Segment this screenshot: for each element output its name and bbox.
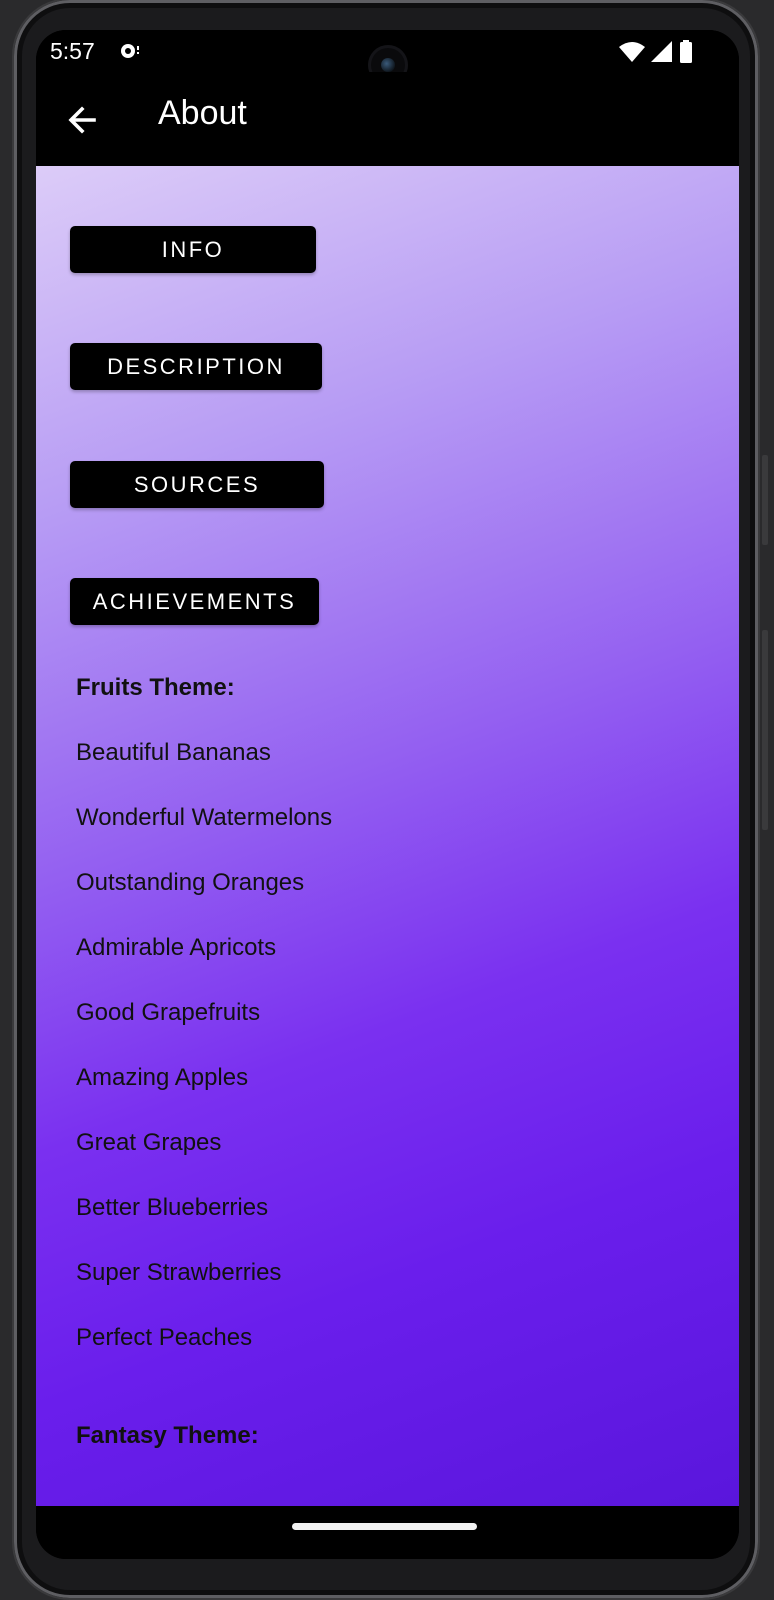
achievement-item: Good Grapefruits — [76, 999, 261, 1026]
wifi-icon — [619, 41, 645, 67]
achievement-item: Outstanding Oranges — [76, 869, 305, 896]
about-content[interactable]: INFO DESCRIPTION SOURCES ACHIEVEMENTS Fr… — [36, 166, 739, 1506]
camera-lens — [381, 58, 395, 72]
back-button[interactable] — [64, 100, 104, 140]
sources-button[interactable]: SOURCES — [70, 461, 324, 508]
status-bar: 5:57 — [36, 30, 739, 85]
arrow-left-icon — [64, 106, 104, 144]
achievement-item: Great Grapes — [76, 1129, 222, 1156]
achievement-item: Admirable Apricots — [76, 934, 277, 961]
home-gesture-handle[interactable] — [292, 1523, 477, 1530]
achievement-item: Perfect Peaches — [76, 1324, 253, 1351]
notification-icon — [120, 42, 142, 60]
power-button — [762, 455, 768, 545]
app-bar: About — [36, 72, 739, 166]
navigation-bar — [36, 1506, 739, 1559]
achievement-item: Wonderful Watermelons — [76, 804, 333, 831]
info-button[interactable]: INFO — [70, 226, 316, 273]
status-icons — [619, 40, 693, 68]
signal-icon — [651, 41, 673, 67]
status-time: 5:57 — [50, 38, 95, 64]
battery-icon — [679, 40, 693, 68]
achievement-item: Super Strawberries — [76, 1259, 282, 1286]
description-button[interactable]: DESCRIPTION — [70, 343, 322, 390]
fruits-theme-heading: Fruits Theme: — [76, 674, 235, 701]
fantasy-theme-heading: Fantasy Theme: — [76, 1422, 259, 1449]
achievement-item: Amazing Apples — [76, 1064, 249, 1091]
phone-screen: 5:57 About INFO DESCRIPTION SOURCES ACHI… — [36, 30, 739, 1559]
page-title: About — [158, 94, 247, 132]
achievement-item: Beautiful Bananas — [76, 739, 271, 766]
achievements-button[interactable]: ACHIEVEMENTS — [70, 578, 319, 625]
volume-button — [762, 630, 768, 830]
achievement-item: Better Blueberries — [76, 1194, 269, 1221]
